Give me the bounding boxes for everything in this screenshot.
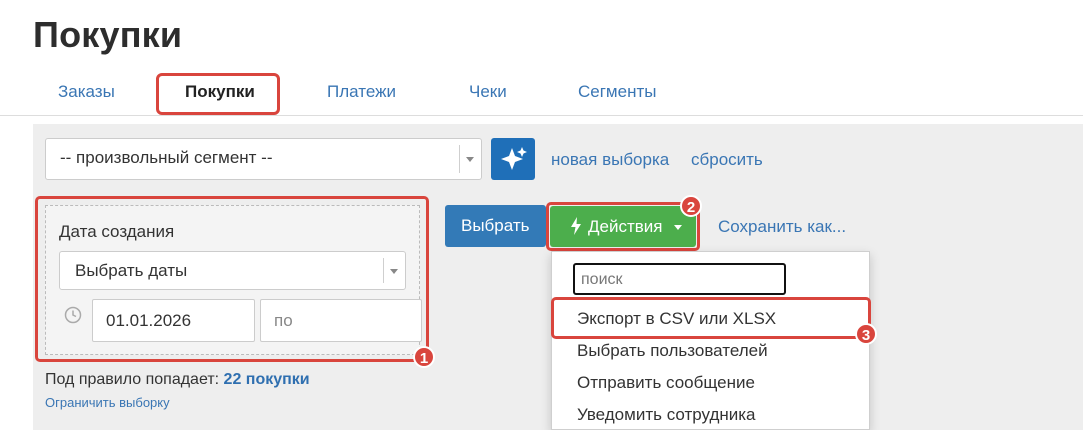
tab-receipts[interactable]: Чеки [469, 82, 507, 102]
annotation-box-2 [546, 202, 700, 251]
segment-select[interactable]: -- произвольный сегмент -- [45, 138, 482, 180]
rule-summary: Под правило попадает: 22 покупки [45, 371, 310, 389]
chevron-down-icon [466, 157, 474, 162]
annotation-badge-1: 1 [413, 346, 435, 368]
segment-select-arrow [459, 145, 481, 173]
summary-count: 22 покупки [223, 371, 310, 388]
menu-item-send-message[interactable]: Отправить сообщение [577, 373, 755, 393]
tab-bar: Заказы Покупки Платежи Чеки Сегменты [0, 70, 1083, 116]
menu-item-notify-employee[interactable]: Уведомить сотрудника [577, 405, 756, 425]
menu-item-select-users[interactable]: Выбрать пользователей [577, 341, 768, 361]
active-tab-highlight [156, 73, 280, 115]
summary-prefix: Под правило попадает: [45, 371, 220, 388]
page-title: Покупки [33, 14, 183, 55]
magic-wand-button[interactable] [491, 138, 535, 180]
select-button-label: Выбрать [461, 216, 530, 235]
annotation-box-3 [551, 297, 871, 339]
reset-link[interactable]: сбросить [691, 150, 763, 170]
tab-payments[interactable]: Платежи [327, 82, 396, 102]
new-selection-link[interactable]: новая выборка [551, 150, 669, 170]
select-button[interactable]: Выбрать [445, 205, 546, 247]
save-as-link[interactable]: Сохранить как... [718, 217, 846, 237]
tab-segments[interactable]: Сегменты [578, 82, 656, 102]
dropdown-search-input[interactable]: поиск [573, 263, 786, 295]
sparkles-icon [501, 147, 527, 170]
segment-select-value: -- произвольный сегмент -- [60, 148, 273, 167]
tab-orders[interactable]: Заказы [58, 82, 115, 102]
annotation-badge-2: 2 [680, 195, 702, 217]
annotation-badge-3: 3 [855, 323, 877, 345]
limit-selection-link[interactable]: Ограничить выборку [45, 395, 170, 410]
annotation-box-1 [35, 196, 429, 362]
dropdown-search-placeholder: поиск [581, 271, 623, 288]
